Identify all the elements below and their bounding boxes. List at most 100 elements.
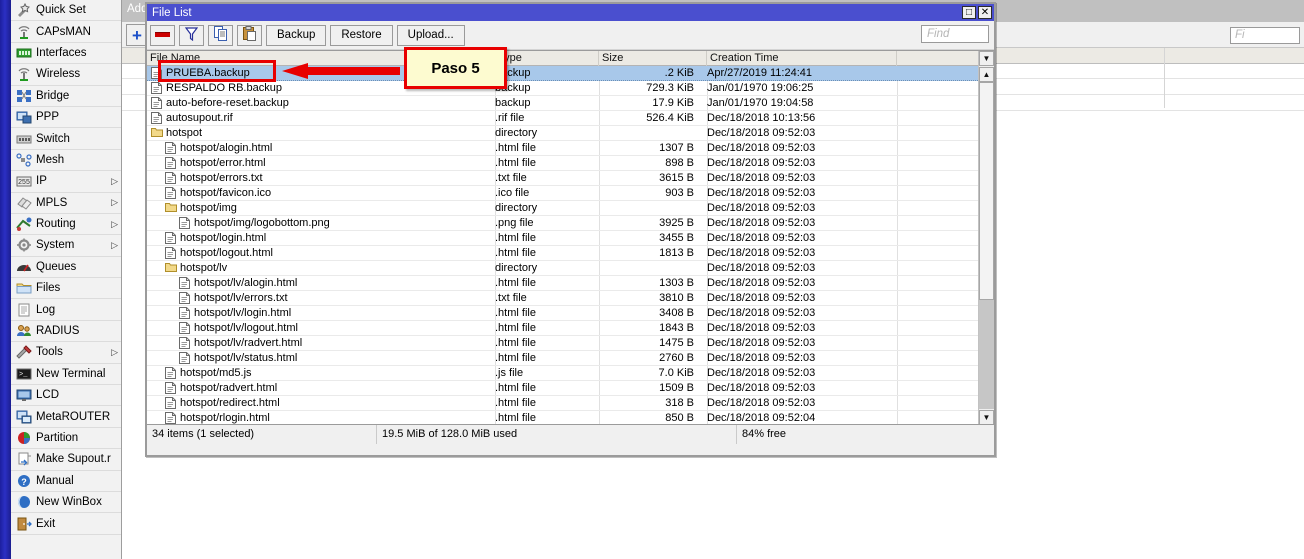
sidebar-item-quick-set[interactable]: Quick Set bbox=[11, 0, 121, 22]
paste-button[interactable] bbox=[237, 24, 262, 46]
cell-size: 3408 B bbox=[659, 307, 694, 319]
file-name-label: hotspot/md5.js bbox=[180, 367, 252, 379]
table-row[interactable]: hotspot/lv/logout.html .html file 1843 B De… bbox=[147, 321, 994, 336]
close-icon[interactable]: ✕ bbox=[978, 6, 992, 19]
backup-button[interactable]: Backup bbox=[266, 24, 327, 46]
cell-size: .2 KiB bbox=[664, 67, 694, 79]
table-row[interactable]: hotspot/lv/login.html .html file 3408 B Dec… bbox=[147, 306, 994, 321]
file-name-label: hotspot/lv bbox=[180, 262, 228, 274]
chevron-down-icon[interactable]: ▼ bbox=[979, 51, 994, 66]
table-row[interactable]: auto-before-reset.backup backup 17.9 KiB Ja… bbox=[147, 96, 994, 111]
sidebar-item-label: Quick Set bbox=[36, 4, 86, 17]
sidebar-item-mesh[interactable]: Mesh bbox=[11, 150, 121, 172]
cell-creation-time: Jan/01/1970 19:04:58 bbox=[707, 97, 814, 109]
capsman-icon bbox=[15, 24, 32, 39]
sidebar-item-interfaces[interactable]: Interfaces bbox=[11, 43, 121, 65]
sidebar-item-log[interactable]: Log bbox=[11, 299, 121, 321]
table-row[interactable]: hotspot/md5.js .js file 7.0 KiB Dec/18/2018… bbox=[147, 366, 994, 381]
table-row[interactable]: hotspot/login.html .html file 3455 B Dec/18… bbox=[147, 231, 994, 246]
sidebar-item-mpls[interactable]: MPLS ▷ bbox=[11, 193, 121, 214]
scrollbar-track[interactable] bbox=[979, 300, 994, 409]
cell-creation-time: Dec/18/2018 09:52:03 bbox=[707, 202, 816, 214]
table-row[interactable]: hotspot/logout.html .html file 1813 B Dec/1… bbox=[147, 246, 994, 261]
cell-creation-time: Jan/01/1970 19:06:25 bbox=[707, 82, 814, 94]
background-find-input[interactable]: Fi bbox=[1230, 27, 1300, 44]
cell-file-name: hotspot/img bbox=[151, 201, 451, 216]
table-row[interactable]: hotspot/lv/status.html .html file 2760 B De… bbox=[147, 351, 994, 366]
table-row[interactable]: autosupout.rif .rif file 526.4 KiB Dec/18/2… bbox=[147, 111, 994, 126]
table-row[interactable]: hotspot/lv directory Dec/18/2018 09:52:03 bbox=[147, 261, 994, 276]
sidebar-item-label: Mesh bbox=[36, 153, 65, 166]
table-row[interactable]: hotspot/redirect.html .html file 318 B Dec/… bbox=[147, 396, 994, 411]
cell-type: .html file bbox=[495, 247, 536, 259]
cell-type: .html file bbox=[495, 412, 536, 424]
file-icon bbox=[151, 82, 163, 95]
file-icon bbox=[165, 157, 177, 170]
quickset-icon bbox=[15, 3, 32, 18]
table-row[interactable]: hotspot/alogin.html .html file 1307 B Dec/1… bbox=[147, 141, 994, 156]
copy-button[interactable] bbox=[208, 24, 233, 46]
table-row[interactable]: hotspot/favicon.ico .ico file 903 B Dec/18/… bbox=[147, 186, 994, 201]
sidebar-item-partition[interactable]: Partition bbox=[11, 428, 121, 450]
table-row[interactable]: hotspot/radvert.html .html file 1509 B Dec/… bbox=[147, 381, 994, 396]
table-row[interactable]: hotspot/img directory Dec/18/2018 09:52:03 bbox=[147, 201, 994, 216]
table-row[interactable]: hotspot/lv/alogin.html .html file 1303 B De… bbox=[147, 276, 994, 291]
table-row[interactable]: hotspot/error.html .html file 898 B Dec/18/… bbox=[147, 156, 994, 171]
ip-icon: 255 bbox=[15, 174, 32, 189]
sidebar-item-routing[interactable]: Routing ▷ bbox=[11, 214, 121, 236]
upload-button[interactable]: Upload... bbox=[396, 24, 465, 46]
scroll-up-button[interactable]: ▲ bbox=[979, 67, 994, 82]
cell-file-name: hotspot bbox=[151, 126, 451, 141]
file-list-titlebar[interactable]: File List □ ✕ bbox=[147, 4, 994, 21]
sidebar-item-label: Switch bbox=[36, 132, 70, 145]
sidebar-item-make-supout-rif[interactable]: Make Supout.rif bbox=[11, 449, 121, 471]
sidebar-item-system[interactable]: System ▷ bbox=[11, 235, 121, 257]
table-row[interactable]: hotspot/errors.txt .txt file 3615 B Dec/18/… bbox=[147, 171, 994, 186]
table-row[interactable]: hotspot/lv/radvert.html .html file 1475 B D… bbox=[147, 336, 994, 351]
cell-file-name: hotspot/alogin.html bbox=[151, 141, 451, 156]
sidebar-item-manual[interactable]: ? Manual bbox=[11, 471, 121, 492]
column-header-creation-time[interactable]: Creation Time bbox=[707, 51, 897, 66]
column-header-type[interactable]: Type bbox=[495, 51, 599, 66]
file-name-label: hotspot/errors.txt bbox=[180, 172, 263, 184]
scrollbar-thumb[interactable] bbox=[979, 82, 994, 300]
sidebar-item-radius[interactable]: RADIUS bbox=[11, 321, 121, 343]
restore-button[interactable]: Restore bbox=[330, 24, 393, 46]
sidebar-item-lcd[interactable]: LCD bbox=[11, 385, 121, 407]
sidebar-item-ip[interactable]: 255 IP ▷ bbox=[11, 171, 121, 193]
sidebar-item-new-winbox[interactable]: New WinBox bbox=[11, 492, 121, 514]
sidebar-item-metarouter[interactable]: MetaROUTER bbox=[11, 406, 121, 428]
filter-button[interactable] bbox=[179, 24, 204, 46]
file-icon bbox=[179, 322, 191, 335]
column-header-size[interactable]: Size bbox=[599, 51, 707, 66]
sidebar-item-capsman[interactable]: CAPsMAN bbox=[11, 21, 121, 43]
table-row[interactable]: PRUEBA.backup backup .2 KiB Apr/27/2019 11:… bbox=[147, 66, 994, 81]
scroll-down-button[interactable]: ▼ bbox=[979, 410, 994, 424]
remove-button[interactable] bbox=[150, 24, 175, 46]
table-row[interactable]: hotspot directory Dec/18/2018 09:52:03 bbox=[147, 126, 994, 141]
table-row[interactable]: hotspot/img/logobottom.png .png file 3925 … bbox=[147, 216, 994, 231]
maximize-button[interactable]: □ bbox=[962, 6, 976, 19]
sidebar-item-bridge[interactable]: Bridge bbox=[11, 86, 121, 107]
sidebar-item-exit[interactable]: Exit bbox=[11, 513, 121, 535]
exit-door-icon bbox=[15, 516, 32, 531]
table-row[interactable]: RESPALDO RB.backup backup 729.3 KiB Jan/01/… bbox=[147, 81, 994, 96]
vertical-scrollbar[interactable]: ▼ ▲ ▼ bbox=[978, 51, 994, 424]
cell-creation-time: Dec/18/2018 09:52:03 bbox=[707, 232, 816, 244]
sidebar-item-wireless[interactable]: Wireless bbox=[11, 64, 121, 86]
file-name-label: hotspot/lv/errors.txt bbox=[194, 292, 288, 304]
sidebar-item-queues[interactable]: Queues bbox=[11, 257, 121, 279]
log-icon bbox=[15, 302, 32, 317]
sidebar-item-files[interactable]: Files bbox=[11, 278, 121, 300]
cell-type: .html file bbox=[495, 142, 536, 154]
sidebar-item-switch[interactable]: Switch bbox=[11, 128, 121, 150]
sidebar-item-tools[interactable]: Tools ▷ bbox=[11, 342, 121, 364]
find-input[interactable]: Find bbox=[921, 25, 989, 43]
table-row[interactable]: hotspot/lv/errors.txt .txt file 3810 B Dec/… bbox=[147, 291, 994, 306]
file-icon bbox=[179, 277, 191, 290]
table-row[interactable]: hotspot/rlogin.html .html file 850 B Dec/18… bbox=[147, 411, 994, 424]
annotation-callout-label: Paso 5 bbox=[431, 59, 480, 77]
sidebar-item-ppp[interactable]: PPP bbox=[11, 107, 121, 129]
sidebar-item-new-terminal[interactable]: >_ New Terminal bbox=[11, 364, 121, 386]
cell-file-name: hotspot/lv/radvert.html bbox=[151, 336, 451, 351]
